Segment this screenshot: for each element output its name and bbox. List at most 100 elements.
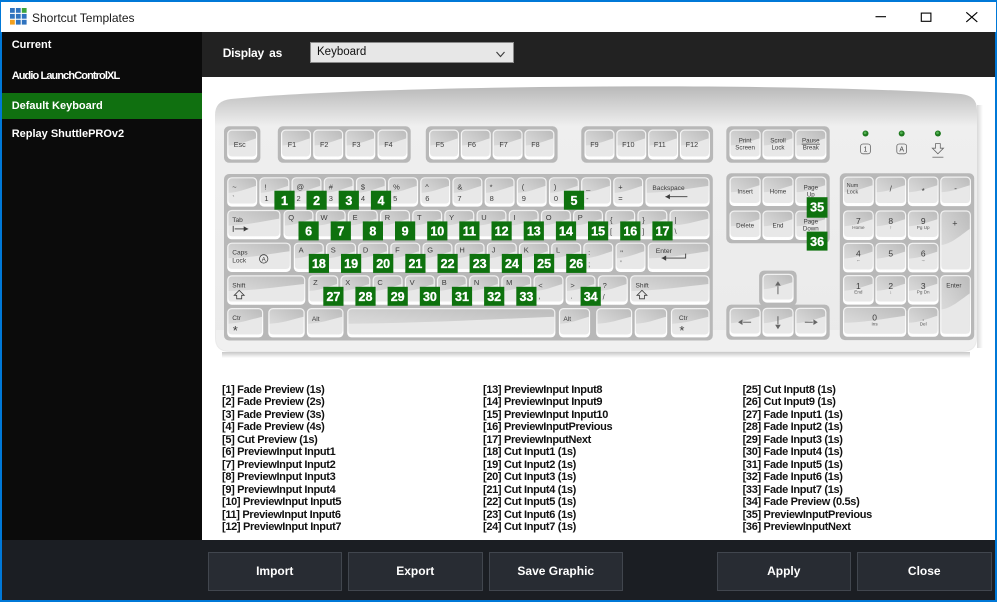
- svg-text:@: @: [297, 183, 305, 192]
- svg-text:Enter: Enter: [656, 248, 673, 255]
- svg-text:Page: Page: [804, 219, 819, 226]
- svg-text:&: &: [457, 183, 462, 192]
- svg-text:Break: Break: [803, 145, 820, 152]
- svg-text:`: `: [232, 194, 235, 203]
- svg-text:Ctr: Ctr: [679, 315, 689, 322]
- svg-text:16: 16: [623, 225, 637, 239]
- svg-text:Shift: Shift: [232, 282, 245, 289]
- svg-text:*: *: [922, 187, 925, 196]
- svg-text:P: P: [578, 213, 583, 222]
- svg-text:Esc: Esc: [234, 140, 246, 149]
- svg-text:Del: Del: [920, 321, 927, 326]
- svg-text:↑: ↑: [890, 225, 892, 230]
- svg-text:Lock: Lock: [771, 145, 785, 152]
- svg-text:→: →: [921, 257, 926, 262]
- svg-text:,: ,: [538, 291, 540, 300]
- svg-text:12: 12: [495, 225, 509, 239]
- svg-text:Screen: Screen: [735, 145, 755, 152]
- svg-text:35: 35: [810, 200, 824, 214]
- svg-text:=: =: [618, 194, 623, 203]
- svg-text:~: ~: [232, 183, 237, 192]
- svg-text:J: J: [492, 246, 496, 255]
- svg-text:3: 3: [345, 194, 352, 208]
- svg-text:?: ?: [603, 281, 607, 290]
- svg-text:8: 8: [490, 194, 494, 203]
- svg-text:D: D: [363, 246, 369, 255]
- svg-text:O: O: [546, 213, 552, 222]
- svg-text:3: 3: [329, 194, 333, 203]
- svg-text:Pause: Pause: [802, 138, 820, 145]
- svg-text:End: End: [772, 223, 784, 230]
- svg-text:F3: F3: [352, 140, 360, 149]
- svg-text:N: N: [474, 278, 479, 287]
- svg-text:%: %: [393, 183, 400, 192]
- svg-text:K: K: [524, 246, 529, 255]
- svg-text:Print: Print: [739, 138, 752, 145]
- svg-text:←: ←: [856, 257, 861, 262]
- svg-text:Home: Home: [770, 189, 787, 196]
- svg-text:20: 20: [376, 257, 390, 271]
- svg-text:": ": [620, 249, 623, 258]
- svg-text:U: U: [481, 213, 486, 222]
- svg-text:Tab: Tab: [232, 217, 243, 224]
- svg-text:22: 22: [441, 257, 455, 271]
- svg-text:30: 30: [423, 290, 437, 304]
- svg-text:Pg Dn: Pg Dn: [917, 290, 930, 295]
- svg-text:*: *: [679, 323, 684, 338]
- svg-text:R: R: [385, 213, 391, 222]
- svg-text:G: G: [427, 246, 433, 255]
- svg-text:7: 7: [337, 225, 344, 239]
- svg-text:_: _: [585, 183, 591, 192]
- svg-text:1: 1: [281, 194, 288, 208]
- svg-text:29: 29: [391, 290, 405, 304]
- svg-text:^: ^: [425, 183, 429, 192]
- svg-text:26: 26: [569, 257, 583, 271]
- svg-text:17: 17: [656, 225, 670, 239]
- svg-text:Lock: Lock: [232, 257, 247, 264]
- svg-text:B: B: [442, 278, 447, 287]
- svg-text:Down: Down: [803, 226, 819, 233]
- svg-text:Lock: Lock: [847, 190, 859, 196]
- svg-text:6: 6: [305, 225, 312, 239]
- svg-text:!: !: [264, 183, 266, 192]
- svg-text:5: 5: [571, 194, 578, 208]
- svg-text:27: 27: [326, 290, 340, 304]
- svg-text:2: 2: [297, 194, 301, 203]
- svg-text:4: 4: [378, 194, 385, 208]
- svg-text:10: 10: [430, 225, 444, 239]
- svg-text:8: 8: [369, 225, 376, 239]
- svg-text:15: 15: [591, 225, 605, 239]
- svg-text:28: 28: [359, 290, 373, 304]
- svg-text:31: 31: [455, 290, 469, 304]
- svg-text:W: W: [321, 213, 329, 222]
- svg-text:19: 19: [344, 257, 358, 271]
- svg-text:Enter: Enter: [946, 283, 962, 290]
- svg-text:F4: F4: [384, 140, 392, 149]
- svg-text:*: *: [233, 323, 238, 338]
- svg-text:Alt: Alt: [563, 316, 571, 323]
- svg-text:F8: F8: [531, 140, 539, 149]
- svg-text:Y: Y: [449, 213, 454, 222]
- svg-text:*: *: [490, 183, 493, 192]
- svg-text:Shift: Shift: [636, 282, 649, 289]
- svg-text:24: 24: [505, 257, 519, 271]
- svg-text:2: 2: [313, 194, 320, 208]
- svg-text:F5: F5: [436, 140, 444, 149]
- svg-text:S: S: [331, 246, 336, 255]
- svg-text:F11: F11: [654, 140, 666, 149]
- svg-text:5: 5: [393, 194, 397, 203]
- svg-text:13: 13: [527, 225, 541, 239]
- svg-text:Page: Page: [804, 185, 819, 192]
- svg-text:Num: Num: [847, 183, 859, 189]
- svg-text:F12: F12: [686, 140, 698, 149]
- svg-text:F7: F7: [499, 140, 507, 149]
- svg-text:L: L: [556, 246, 560, 255]
- svg-text:1: 1: [864, 147, 868, 154]
- svg-text:↓: ↓: [890, 290, 892, 295]
- svg-text:Pg Up: Pg Up: [917, 225, 930, 230]
- svg-text:X: X: [345, 278, 350, 287]
- svg-text:5: 5: [888, 249, 893, 259]
- svg-text:32: 32: [487, 290, 501, 304]
- svg-text:A: A: [899, 147, 904, 154]
- svg-text:Insert: Insert: [737, 189, 753, 196]
